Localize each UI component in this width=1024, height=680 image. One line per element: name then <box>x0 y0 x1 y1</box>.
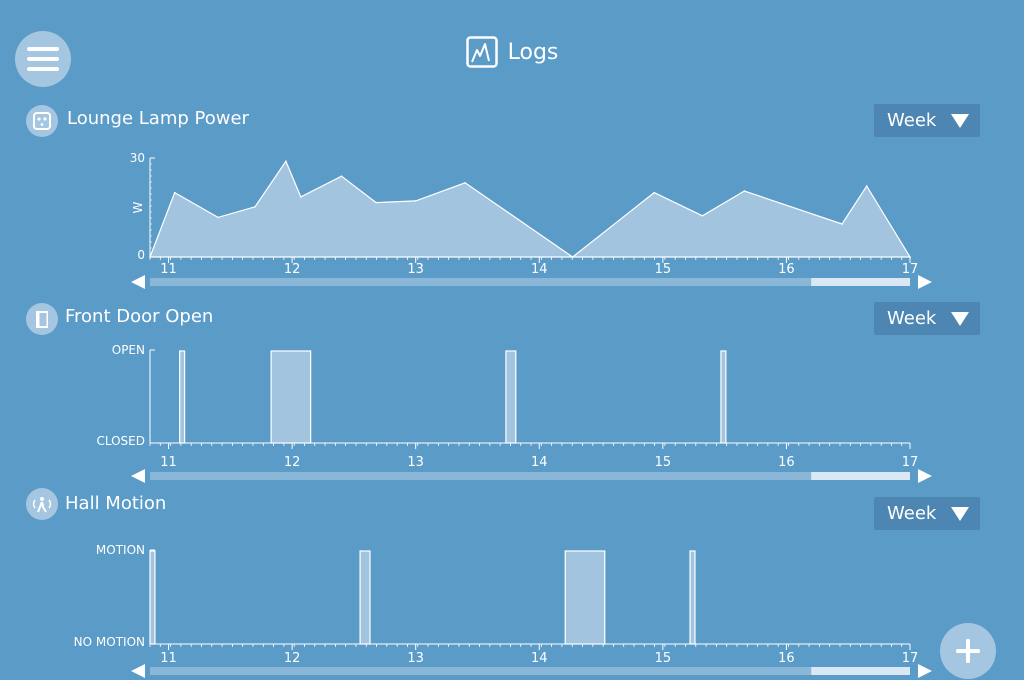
add-button[interactable] <box>940 623 996 679</box>
scroll-right-arrow[interactable] <box>918 664 932 678</box>
event-bar <box>689 550 696 645</box>
x-tick-label: 14 <box>531 651 548 666</box>
scroll-thumb[interactable] <box>811 667 910 675</box>
x-tick-label: 13 <box>407 651 424 666</box>
x-tick-label: 17 <box>902 651 919 666</box>
x-tick-label: 15 <box>655 651 672 666</box>
x-tick-label: 11 <box>160 651 177 666</box>
chart-plot: 11 12 13 14 15 16 17 MOTION NO MOTION <box>74 543 932 678</box>
event-bar <box>359 550 371 645</box>
x-tick-label: 12 <box>284 651 301 666</box>
plus-icon <box>956 639 980 663</box>
y-tick-label: NO MOTION <box>74 635 145 649</box>
scroll-left-arrow[interactable] <box>131 664 145 678</box>
event-bar <box>564 550 606 645</box>
x-tick-label: 16 <box>778 651 795 666</box>
y-tick-label: MOTION <box>96 543 145 557</box>
event-bar <box>149 550 156 645</box>
scroll-track[interactable] <box>150 667 910 675</box>
